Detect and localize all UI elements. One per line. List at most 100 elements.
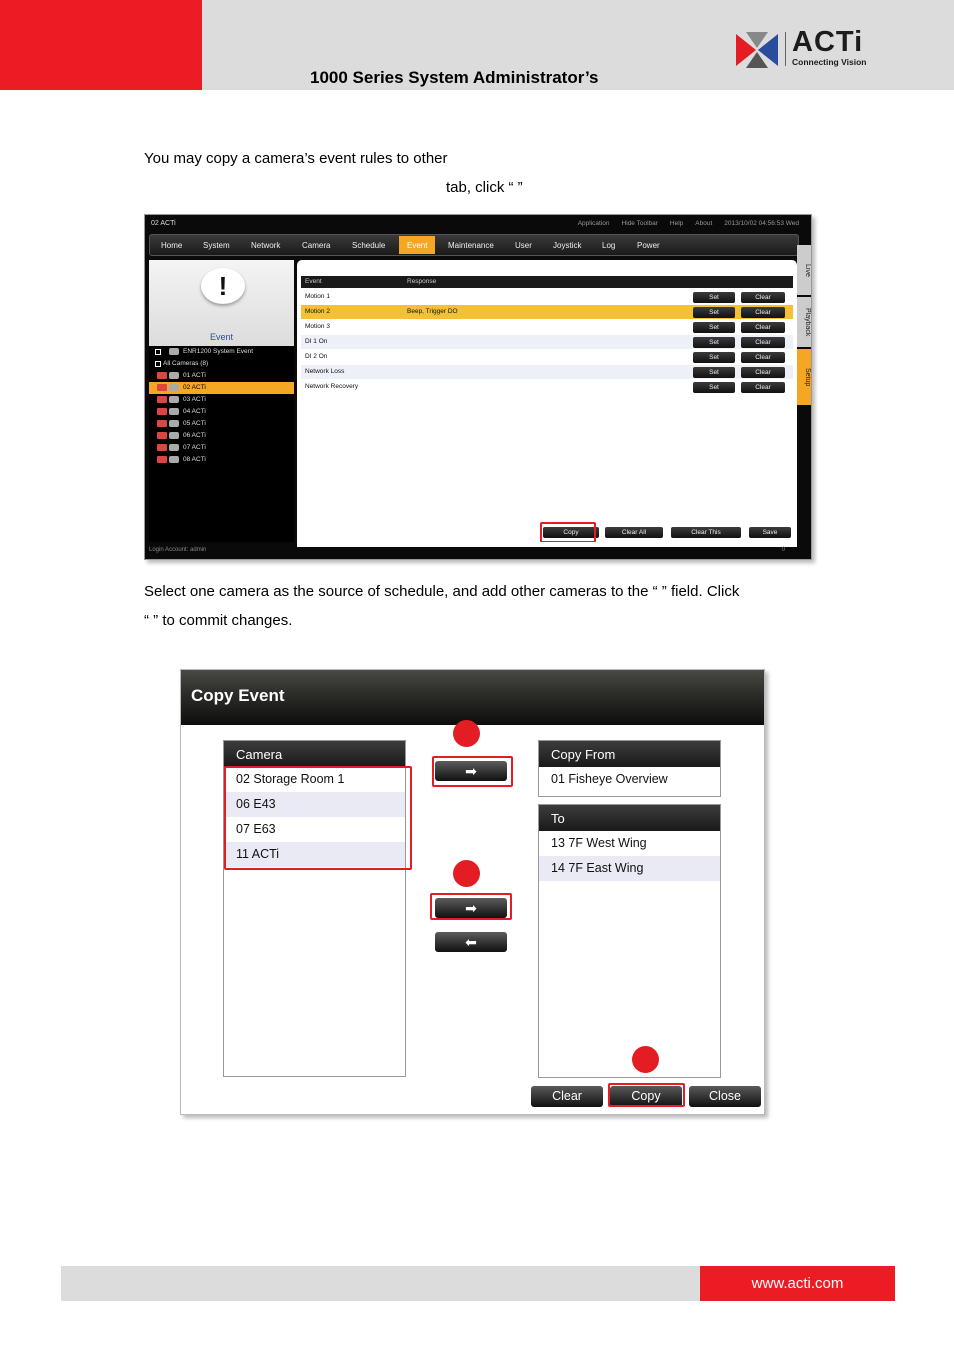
- camera-list-header: Camera: [224, 741, 405, 767]
- side-tab-live[interactable]: Live: [797, 245, 811, 295]
- rec-badge: [157, 408, 167, 415]
- copy-highlight: [540, 522, 596, 543]
- camera-icon: [169, 396, 179, 403]
- camera-icon: [169, 456, 179, 463]
- set-button[interactable]: Set: [693, 337, 735, 348]
- set-button[interactable]: Set: [693, 352, 735, 363]
- intro-line-1: You may copy a camera’s event rules to o…: [144, 150, 448, 167]
- nav-schedule[interactable]: Schedule: [352, 241, 385, 250]
- table-row[interactable]: DI 2 On Set Clear: [301, 350, 793, 364]
- clear-button[interactable]: Clear: [741, 307, 785, 318]
- logo-tagline: Connecting Vision: [792, 57, 867, 67]
- nav-event[interactable]: Event: [399, 236, 436, 254]
- table-row[interactable]: Network Loss Set Clear: [301, 365, 793, 379]
- clear-button[interactable]: Clear: [741, 367, 785, 378]
- clear-button[interactable]: Clear: [741, 292, 785, 303]
- arrow-left-icon: ⬅: [465, 934, 477, 950]
- table-row[interactable]: Network Recovery Set Clear: [301, 380, 793, 394]
- clear-button[interactable]: Clear: [741, 322, 785, 333]
- copy-button-highlight: [608, 1083, 685, 1107]
- tree-all-cameras[interactable]: All Cameras (8): [149, 358, 294, 370]
- event-label: Event: [209, 332, 233, 342]
- clear-this-button[interactable]: Clear This: [671, 527, 741, 538]
- menu-help[interactable]: Help: [670, 220, 683, 227]
- event-table-header: Event Response: [301, 276, 793, 288]
- nav-network[interactable]: Network: [251, 241, 280, 250]
- tree-system-event[interactable]: ENR1200 System Event: [149, 346, 294, 358]
- clear-button[interactable]: Clear: [531, 1086, 603, 1107]
- rec-badge: [157, 444, 167, 451]
- clear-button[interactable]: Clear: [741, 352, 785, 363]
- col-response: Response: [407, 278, 437, 285]
- nav-home[interactable]: Home: [161, 241, 182, 250]
- tree-camera[interactable]: 01 ACTi: [149, 370, 294, 382]
- menu-application[interactable]: Application: [578, 220, 610, 227]
- nav-power[interactable]: Power: [637, 241, 660, 250]
- table-row[interactable]: Motion 1 Set Clear: [301, 290, 793, 304]
- to-list-header: To: [539, 805, 720, 831]
- header-title: 1000 Series System Administrator’s: [310, 68, 599, 87]
- nav-camera[interactable]: Camera: [302, 241, 330, 250]
- datetime: 2013/10/02 04:56:53 Wed: [724, 220, 799, 227]
- clear-button[interactable]: Clear: [741, 337, 785, 348]
- nav-system[interactable]: System: [203, 241, 230, 250]
- clear-button[interactable]: Clear: [741, 382, 785, 393]
- menu-about[interactable]: About: [695, 220, 712, 227]
- set-button[interactable]: Set: [693, 367, 735, 378]
- instruction-line-2: “ ” to commit changes.: [144, 612, 293, 629]
- camera-icon: [169, 372, 179, 379]
- step-marker: [632, 1046, 659, 1073]
- tree-camera[interactable]: 06 ACTi: [149, 430, 294, 442]
- rec-badge: [157, 420, 167, 427]
- camera-icon: [169, 432, 179, 439]
- camera-icon: [169, 420, 179, 427]
- set-button[interactable]: Set: [693, 292, 735, 303]
- footer-url[interactable]: www.acti.com: [700, 1266, 895, 1301]
- rec-badge: [157, 396, 167, 403]
- step-marker: [453, 720, 480, 747]
- top-menu: Application Hide Toolbar Help About 2013…: [578, 220, 799, 227]
- list-item[interactable]: 01 Fisheye Overview: [539, 767, 720, 792]
- close-button[interactable]: Close: [689, 1086, 761, 1107]
- warning-icon: !: [201, 268, 245, 304]
- step-marker: [453, 860, 480, 887]
- nav-joystick[interactable]: Joystick: [553, 241, 581, 250]
- tree-camera[interactable]: 03 ACTi: [149, 394, 294, 406]
- event-tree-panel: ! Event ENR1200 System Event All Cameras…: [149, 260, 294, 542]
- set-button[interactable]: Set: [693, 322, 735, 333]
- tree-camera[interactable]: 04 ACTi: [149, 406, 294, 418]
- intro-line-2: tab, click “ ”: [446, 179, 523, 196]
- status-count: 0: [781, 547, 785, 553]
- tree-camera[interactable]: 07 ACTi: [149, 442, 294, 454]
- side-tab-playback[interactable]: Playback: [797, 297, 811, 347]
- to-arrow-highlight: [430, 893, 512, 920]
- camera-icon: [169, 408, 179, 415]
- tree-camera[interactable]: 08 ACTi: [149, 454, 294, 466]
- tree-camera[interactable]: 05 ACTi: [149, 418, 294, 430]
- clear-all-button[interactable]: Clear All: [605, 527, 663, 538]
- table-row[interactable]: Motion 2 Beep, Trigger DO Set Clear: [301, 305, 793, 319]
- header-red-block: [0, 0, 202, 90]
- table-row[interactable]: DI 1 On Set Clear: [301, 335, 793, 349]
- table-row[interactable]: Motion 3 Set Clear: [301, 320, 793, 334]
- nav-maintenance[interactable]: Maintenance: [448, 241, 494, 250]
- login-account: Login Account: admin: [149, 547, 207, 553]
- save-button[interactable]: Save: [749, 527, 791, 538]
- window-title: 02 ACTi: [151, 220, 176, 227]
- nav-user[interactable]: User: [515, 241, 532, 250]
- nav-log[interactable]: Log: [602, 241, 615, 250]
- side-tab-setup[interactable]: Setup: [797, 349, 811, 405]
- list-item[interactable]: 13 7F West Wing: [539, 831, 720, 856]
- set-button[interactable]: Set: [693, 307, 735, 318]
- remove-from-target-button[interactable]: ⬅: [435, 932, 507, 952]
- event-setup-screenshot: 02 ACTi Application Hide Toolbar Help Ab…: [144, 214, 812, 560]
- list-item[interactable]: 14 7F East Wing: [539, 856, 720, 881]
- rec-badge: [157, 384, 167, 391]
- set-button[interactable]: Set: [693, 382, 735, 393]
- dialog-title: Copy Event: [191, 686, 285, 705]
- tree-camera-selected[interactable]: 02 ACTi: [149, 382, 294, 394]
- to-list: To 13 7F West Wing 14 7F East Wing: [538, 804, 721, 1078]
- cameras-highlight: [224, 766, 412, 870]
- event-rules-panel: Event Response Motion 1 Set Clear Motion…: [297, 260, 797, 543]
- menu-hide-toolbar[interactable]: Hide Toolbar: [622, 220, 658, 227]
